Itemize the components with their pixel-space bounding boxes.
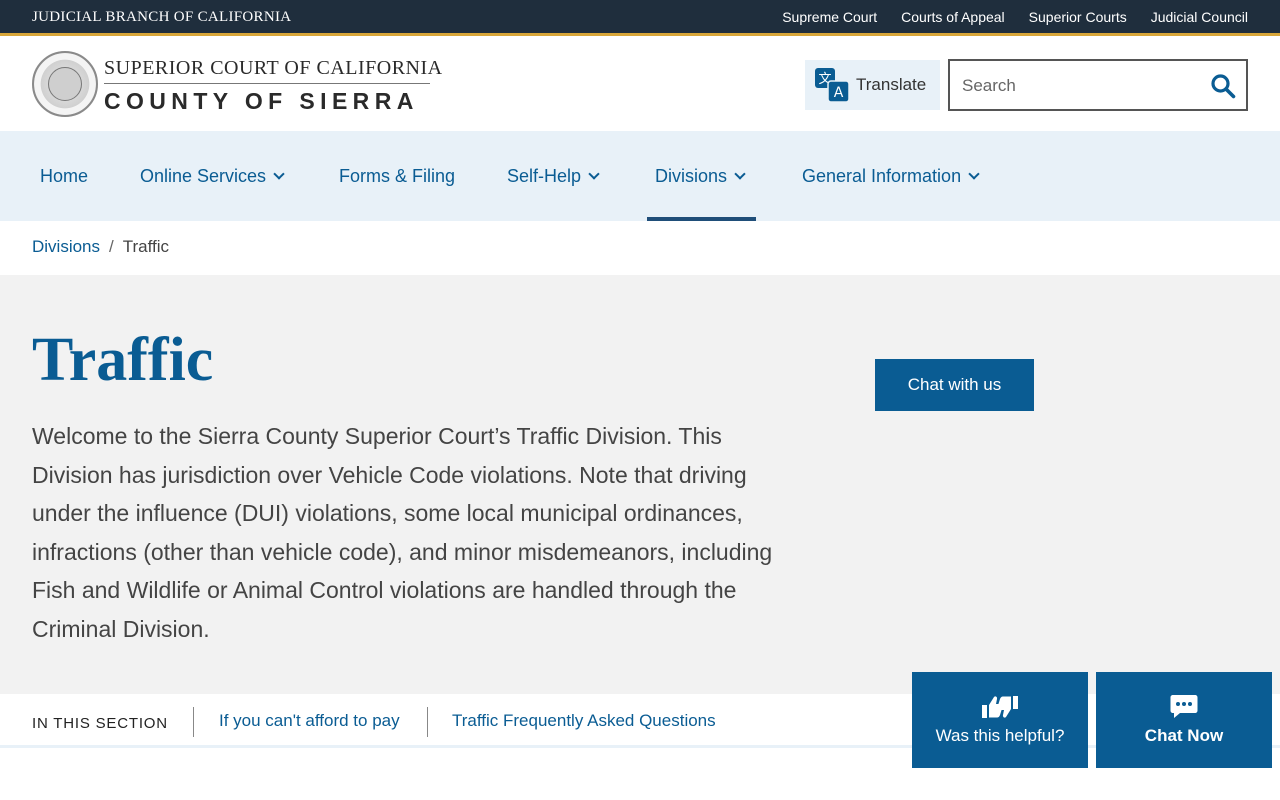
link-supreme-court[interactable]: Supreme Court <box>782 9 877 25</box>
chevron-down-icon <box>273 167 285 180</box>
link-cant-afford-to-pay[interactable]: If you can't afford to pay <box>219 711 400 731</box>
nav-general-information[interactable]: General Information <box>802 131 980 221</box>
chevron-down-icon <box>588 167 600 180</box>
hero-section: Traffic Welcome to the Sierra County Sup… <box>0 275 1280 694</box>
translate-button[interactable]: 文 A Translate <box>805 60 940 110</box>
link-courts-of-appeal[interactable]: Courts of Appeal <box>901 9 1005 25</box>
top-utility-bar: JUDICIAL BRANCH OF CALIFORNIA Supreme Co… <box>0 0 1280 36</box>
court-name-divider <box>104 83 430 84</box>
breadcrumb: Divisions / Traffic <box>32 237 169 257</box>
nav-online-services-label: Online Services <box>140 165 267 186</box>
nav-general-information-label: General Information <box>802 165 962 186</box>
judicial-branch-title: JUDICIAL BRANCH OF CALIFORNIA <box>32 9 292 25</box>
site-header: SUPERIOR COURT OF CALIFORNIA COUNTY OF S… <box>0 39 1280 131</box>
main-nav: Home Online Services Forms & Filing Self… <box>0 131 1280 221</box>
nav-divisions-label: Divisions <box>655 165 728 186</box>
svg-text:A: A <box>834 85 844 101</box>
chat-bubble-icon <box>1170 695 1198 718</box>
nav-online-services[interactable]: Online Services <box>140 131 285 221</box>
nav-divisions[interactable]: Divisions <box>646 131 757 221</box>
chat-now-label: Chat Now <box>1144 726 1224 745</box>
chat-with-us-button[interactable]: Chat with us <box>875 359 1034 411</box>
translate-icon: 文 A <box>815 68 849 102</box>
thumbs-up-down-icon <box>982 696 1018 718</box>
nav-forms-filing[interactable]: Forms & Filing <box>339 131 455 221</box>
court-name-line1[interactable]: SUPERIOR COURT OF CALIFORNIA <box>104 57 443 80</box>
breadcrumb-separator: / <box>109 237 114 256</box>
nav-home[interactable]: Home <box>40 131 88 221</box>
in-this-section-bar: IN THIS SECTION If you can't afford to p… <box>0 694 1280 748</box>
section-divider <box>193 707 194 737</box>
top-links: Supreme Court Courts of Appeal Superior … <box>782 9 1248 25</box>
nav-forms-filing-label: Forms & Filing <box>339 165 456 186</box>
was-this-helpful-label: Was this helpful? <box>935 726 1065 745</box>
nav-self-help-label: Self-Help <box>507 165 582 186</box>
nav-self-help[interactable]: Self-Help <box>507 131 600 221</box>
breadcrumb-current: Traffic <box>122 237 170 256</box>
translate-label: Translate <box>856 75 927 94</box>
search-box <box>948 59 1248 111</box>
link-superior-courts[interactable]: Superior Courts <box>1029 9 1127 25</box>
search-input[interactable] <box>962 73 1202 99</box>
chevron-down-icon <box>968 167 980 180</box>
intro-paragraph: Welcome to the Sierra County Superior Co… <box>32 423 773 642</box>
page-title: Traffic <box>32 326 214 394</box>
search-icon[interactable] <box>1210 73 1236 99</box>
chat-now-widget[interactable]: Chat Now <box>1096 672 1272 768</box>
in-this-section-label: IN THIS SECTION <box>32 715 168 732</box>
seal-center <box>48 67 82 101</box>
link-judicial-council[interactable]: Judicial Council <box>1151 9 1248 25</box>
court-name-line2[interactable]: COUNTY OF SIERRA <box>104 88 419 115</box>
section-divider <box>427 707 428 737</box>
breadcrumb-divisions[interactable]: Divisions <box>32 237 100 257</box>
link-traffic-faq[interactable]: Traffic Frequently Asked Questions <box>452 711 716 731</box>
nav-home-label: Home <box>40 165 89 186</box>
chevron-down-icon <box>734 167 746 180</box>
court-seal-logo[interactable] <box>32 51 98 117</box>
was-this-helpful-widget[interactable]: Was this helpful? <box>912 672 1088 768</box>
